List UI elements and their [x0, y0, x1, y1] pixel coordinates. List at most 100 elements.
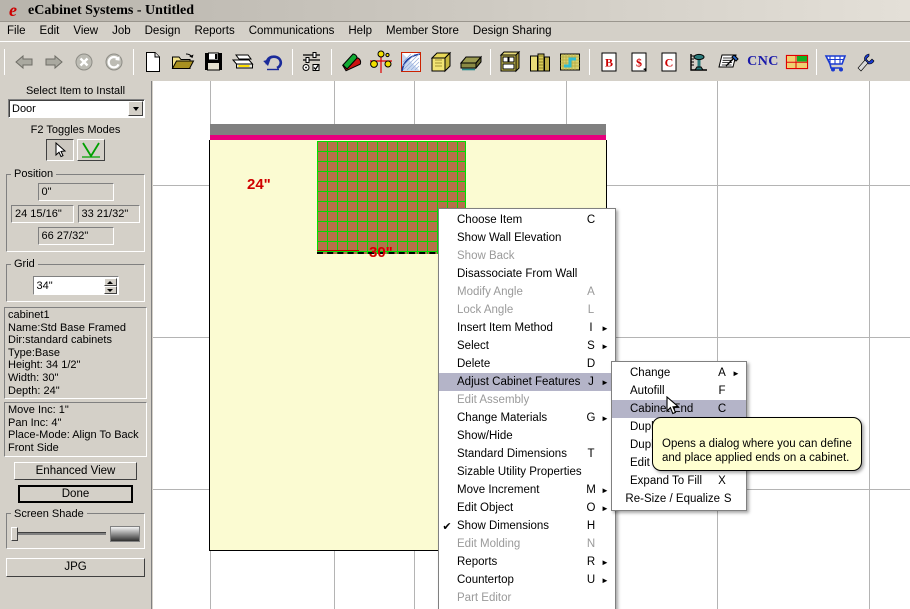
slider-thumb[interactable]: [11, 527, 18, 542]
menu-file[interactable]: File: [0, 23, 33, 39]
store-tools-icon[interactable]: [853, 49, 879, 75]
save-disk-icon[interactable]: [200, 49, 226, 75]
context-menu-item-insert-item-method[interactable]: Insert Item Method I ►: [439, 319, 615, 337]
toolbar-divider: [4, 48, 5, 75]
submenu-item-expand-to-fill[interactable]: Expand To Fill X: [612, 472, 746, 490]
done-button[interactable]: Done: [18, 484, 133, 503]
cabinet-grid-line: [337, 141, 338, 254]
screen-shade-slider[interactable]: [11, 527, 106, 542]
toolbar: B $ C CNC: [0, 41, 910, 81]
angle-mode-icon[interactable]: [77, 139, 105, 161]
context-menu-item-standard-dimensions[interactable]: Standard Dimensions T: [439, 445, 615, 463]
submenu-item-change[interactable]: Change A ►: [612, 364, 746, 382]
context-menu-item-disassociate-from-wall[interactable]: Disassociate From Wall: [439, 265, 615, 283]
context-menu-item-countertop[interactable]: Countertop U ►: [439, 571, 615, 589]
chevron-down-icon[interactable]: [128, 101, 143, 116]
info-line: Name:Std Base Framed: [8, 321, 126, 334]
axis-points-icon[interactable]: [368, 49, 394, 75]
menu-design-sharing[interactable]: Design Sharing: [466, 23, 559, 39]
screen-shade-group: Screen Shade: [6, 507, 145, 549]
print-icon[interactable]: [230, 49, 256, 75]
position-bottom-field[interactable]: 66 27/32": [37, 227, 114, 245]
magnet-icon[interactable]: [338, 49, 364, 75]
grid-size-stepper[interactable]: 34": [32, 276, 119, 295]
menu-item-shortcut: N: [586, 538, 596, 550]
enhanced-view-button[interactable]: Enhanced View: [14, 461, 137, 480]
submenu-item-autofill[interactable]: Autofill F: [612, 382, 746, 400]
shopping-cart-icon[interactable]: [823, 49, 849, 75]
context-menu-item-show-wall-elevation[interactable]: Show Wall Elevation: [439, 229, 615, 247]
context-menu-item-adjust-cabinet-features[interactable]: Adjust Cabinet Features J ►: [439, 373, 615, 391]
preferences-sliders-icon[interactable]: [299, 49, 325, 75]
open-folder-icon[interactable]: [170, 49, 196, 75]
toolbar-divider: [589, 48, 590, 75]
cabinet-grid-line: [387, 141, 388, 254]
shade-color-swatch[interactable]: [110, 525, 140, 542]
context-menu-item-show-dimensions[interactable]: ✔ Show Dimensions H: [439, 517, 615, 535]
spin-up-icon[interactable]: [103, 278, 117, 286]
menu-item-label: Lock Angle: [457, 304, 514, 316]
pointer-mode-icon[interactable]: [46, 139, 74, 161]
menu-job[interactable]: Job: [105, 23, 138, 39]
elevation-view-icon[interactable]: [527, 49, 553, 75]
grid-spin-buttons[interactable]: [103, 278, 117, 294]
undo-arrow-icon[interactable]: [260, 49, 286, 75]
context-menu-item-edit-molding: Edit Molding N: [439, 535, 615, 553]
menu-design[interactable]: Design: [138, 23, 188, 39]
bid-report-icon[interactable]: B: [596, 49, 622, 75]
context-menu-item-sizable-utility-properties[interactable]: Sizable Utility Properties: [439, 463, 615, 481]
position-left-field[interactable]: 24 15/16": [11, 205, 74, 223]
toolbar-group-design: [336, 45, 486, 79]
context-menu-item-select[interactable]: Select S ►: [439, 337, 615, 355]
stop-icon[interactable]: [71, 49, 97, 75]
context-menu-item-show-hide[interactable]: Show/Hide: [439, 427, 615, 445]
context-menu-item-change-materials[interactable]: Change Materials G ►: [439, 409, 615, 427]
floorplan-view-icon[interactable]: [557, 49, 583, 75]
context-menu-item-reports[interactable]: Reports R ►: [439, 553, 615, 571]
context-menu-item-move-increment[interactable]: Move Increment M ►: [439, 481, 615, 499]
back-icon[interactable]: [11, 49, 37, 75]
notes-icon[interactable]: [716, 49, 742, 75]
context-menu-item-edit-object[interactable]: Edit Object O ►: [439, 499, 615, 517]
context-menu-item-choose-item[interactable]: Choose Item C: [439, 211, 615, 229]
context-menu-item-delete[interactable]: Delete D: [439, 355, 615, 373]
jpg-button[interactable]: JPG: [6, 557, 145, 577]
position-right-field[interactable]: 33 21/32": [77, 205, 140, 223]
spin-down-icon[interactable]: [103, 286, 117, 294]
menu-item-shortcut: X: [718, 475, 726, 487]
menu-item-label: Sizable Utility Properties: [457, 466, 582, 478]
menu-communications[interactable]: Communications: [242, 23, 342, 39]
menu-edit[interactable]: Edit: [33, 23, 67, 39]
menu-item-label: Show/Hide: [457, 430, 513, 442]
cutlist-report-icon[interactable]: C: [656, 49, 682, 75]
menu-item-label: Adjust Cabinet Features: [457, 376, 581, 388]
curve-profile-icon[interactable]: [398, 49, 424, 75]
nesting-icon[interactable]: [784, 49, 810, 75]
new-document-icon[interactable]: [140, 49, 166, 75]
cnc-icon[interactable]: CNC: [746, 49, 780, 75]
measure-tool-icon[interactable]: [686, 49, 712, 75]
submenu-item-resize-equalize[interactable]: Re-Size / Equalize S: [612, 490, 746, 508]
toolbar-group-navigation: [9, 45, 129, 79]
info-line: Dir:standard cabinets: [8, 334, 112, 347]
submenu-item-cabinet-end[interactable]: Cabinet End C: [612, 400, 746, 418]
menu-member-store[interactable]: Member Store: [379, 23, 466, 39]
menu-item-label: Standard Dimensions: [457, 448, 567, 460]
menu-item-shortcut: G: [586, 412, 596, 424]
menu-item-label: Show Wall Elevation: [457, 232, 562, 244]
menu-help[interactable]: Help: [341, 23, 379, 39]
grid-group: Grid 34": [6, 258, 145, 302]
menu-reports[interactable]: Reports: [187, 23, 241, 39]
info-line: Type:Base: [8, 346, 60, 359]
position-top-field[interactable]: 0": [37, 183, 114, 201]
refresh-icon[interactable]: [101, 49, 127, 75]
room-view-icon[interactable]: [497, 49, 523, 75]
price-report-icon[interactable]: $: [626, 49, 652, 75]
forward-icon[interactable]: [41, 49, 67, 75]
countertop-icon[interactable]: [458, 49, 484, 75]
cabinet-stack-icon[interactable]: [428, 49, 454, 75]
context-menu[interactable]: Choose Item C Show Wall Elevation Show B…: [438, 208, 616, 609]
item-select-combobox[interactable]: Door: [8, 99, 145, 118]
menu-item-label: Modify Angle: [457, 286, 523, 298]
menu-view[interactable]: View: [66, 23, 105, 39]
